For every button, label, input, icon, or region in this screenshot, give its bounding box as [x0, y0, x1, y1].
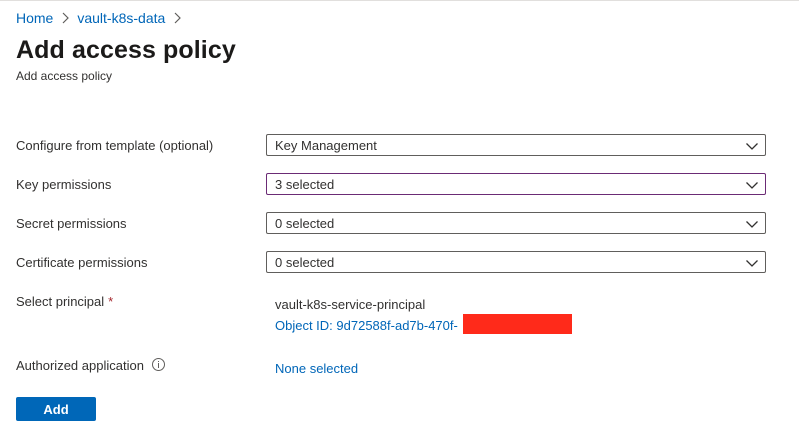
- certificate-permissions-dropdown[interactable]: 0 selected: [266, 251, 766, 273]
- chevron-down-icon: [746, 221, 758, 228]
- add-button[interactable]: Add: [16, 397, 96, 421]
- secret-permissions-dropdown-value: 0 selected: [275, 216, 335, 231]
- required-marker: *: [108, 294, 114, 309]
- authorized-application-link[interactable]: None selected: [275, 361, 358, 376]
- breadcrumb-home-link[interactable]: Home: [16, 10, 53, 26]
- key-permissions-label: Key permissions: [16, 177, 112, 192]
- template-label: Configure from template (optional): [16, 138, 214, 153]
- chevron-down-icon: [746, 260, 758, 267]
- secret-permissions-dropdown[interactable]: 0 selected: [266, 212, 766, 234]
- breadcrumb-vault-link[interactable]: vault-k8s-data: [77, 10, 165, 26]
- top-divider: [0, 0, 799, 1]
- template-dropdown[interactable]: Key Management: [266, 134, 766, 156]
- template-dropdown-value: Key Management: [275, 138, 377, 153]
- principal-object-id-link[interactable]: Object ID: 9d72588f-ad7b-470f-: [275, 318, 458, 333]
- certificate-permissions-dropdown-value: 0 selected: [275, 255, 335, 270]
- certificate-permissions-label: Certificate permissions: [16, 255, 148, 270]
- secret-permissions-label: Secret permissions: [16, 216, 127, 231]
- info-icon[interactable]: [151, 358, 165, 371]
- page-subtitle: Add access policy: [16, 69, 113, 83]
- authorized-application-label-text: Authorized application: [16, 358, 144, 373]
- chevron-right-icon: [62, 12, 70, 24]
- redaction-box: [463, 314, 572, 334]
- principal-name: vault-k8s-service-principal: [275, 297, 426, 312]
- chevron-right-icon: [174, 12, 182, 24]
- key-permissions-dropdown-value: 3 selected: [275, 177, 335, 192]
- chevron-down-icon: [746, 182, 758, 189]
- select-principal-label: Select principal *: [16, 294, 113, 309]
- page-title: Add access policy: [16, 36, 236, 64]
- chevron-down-icon: [746, 143, 758, 150]
- select-principal-label-text: Select principal: [16, 294, 105, 309]
- breadcrumb: Home vault-k8s-data: [16, 10, 189, 26]
- authorized-application-label: Authorized application: [16, 358, 165, 373]
- key-permissions-dropdown[interactable]: 3 selected: [266, 173, 766, 195]
